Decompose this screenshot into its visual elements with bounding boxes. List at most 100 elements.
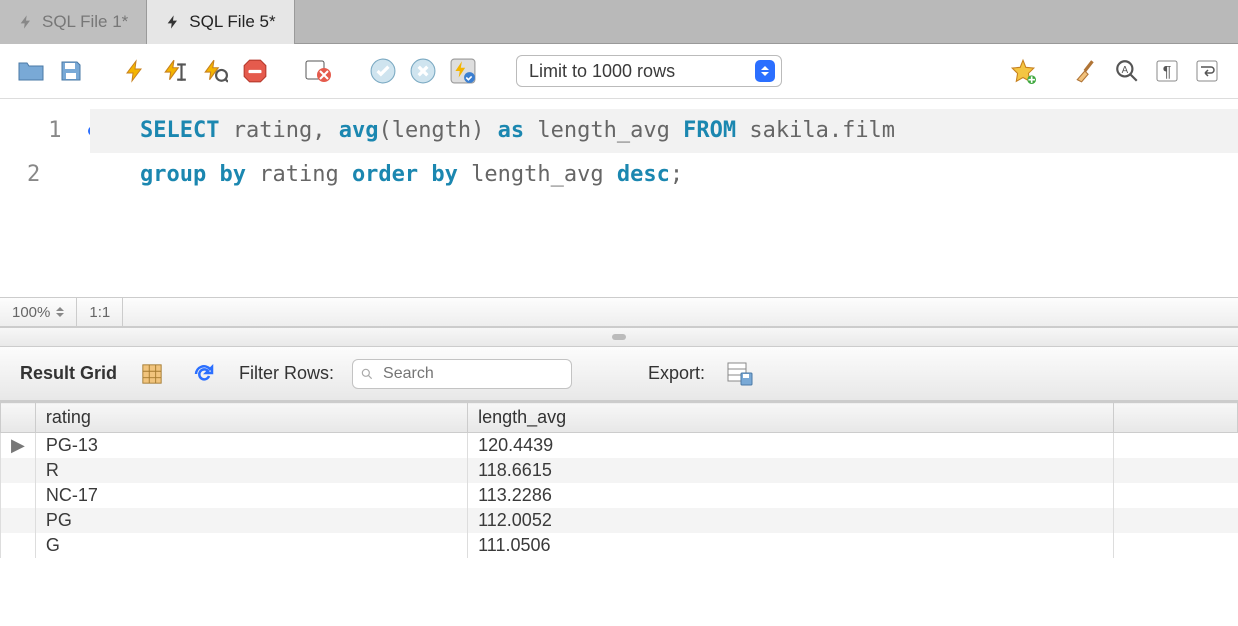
lightning-cursor-icon	[162, 58, 188, 84]
result-table[interactable]: rating length_avg ▶PG-13120.4439R118.661…	[0, 402, 1238, 558]
svg-text:A: A	[1122, 65, 1129, 76]
grid-view-button[interactable]	[135, 357, 169, 391]
toggle-invisible-button[interactable]: ¶	[1150, 54, 1184, 88]
svg-text:¶: ¶	[1163, 64, 1172, 81]
db-stop-icon	[305, 58, 333, 84]
txt: sakila.film	[736, 118, 895, 143]
broom-icon	[1074, 58, 1100, 84]
save-file-button[interactable]	[54, 54, 88, 88]
lightning-magnify-icon	[202, 58, 228, 84]
kw-group-by: group by	[140, 162, 246, 187]
row-pointer	[1, 483, 36, 508]
refresh-icon	[192, 362, 216, 386]
row-limit-label: Limit to 1000 rows	[529, 61, 675, 82]
table-row[interactable]: R118.6615	[1, 458, 1238, 483]
cell-rating[interactable]: R	[35, 458, 467, 483]
table-row[interactable]: PG112.0052	[1, 508, 1238, 533]
cell-length-avg[interactable]: 120.4439	[468, 433, 1114, 459]
row-limit-select[interactable]: Limit to 1000 rows	[516, 55, 782, 87]
find-button[interactable]: A	[1110, 54, 1144, 88]
rollback-button[interactable]	[406, 54, 440, 88]
txt: (length)	[378, 118, 497, 143]
refresh-result-button[interactable]	[187, 357, 221, 391]
export-icon	[727, 362, 753, 386]
sql-toolbar: Limit to 1000 rows A ¶	[0, 44, 1238, 99]
magnify-icon: A	[1114, 58, 1140, 84]
x-circle-icon	[410, 58, 436, 84]
zoom-label: 100%	[12, 304, 50, 321]
row-pointer: ▶	[1, 433, 36, 459]
commit-button[interactable]	[366, 54, 400, 88]
tab-sql-file-5[interactable]: SQL File 5*	[147, 0, 294, 44]
filter-input[interactable]	[352, 359, 572, 389]
export-button[interactable]	[723, 357, 757, 391]
execute-button[interactable]	[118, 54, 152, 88]
zoom-level[interactable]: 100%	[0, 298, 77, 326]
lightning-check-icon	[450, 58, 476, 84]
cell-rating[interactable]: G	[35, 533, 467, 558]
stop-button[interactable]	[238, 54, 272, 88]
sql-editor[interactable]: 1 2 SELECT rating, avg(length) as length…	[0, 99, 1238, 297]
grip-icon	[612, 334, 626, 340]
cell-rating[interactable]: PG	[35, 508, 467, 533]
pane-splitter[interactable]	[0, 327, 1238, 347]
kw-from: FROM	[683, 118, 736, 143]
check-circle-icon	[370, 58, 396, 84]
txt: rating	[246, 162, 352, 187]
cell-rating[interactable]: NC-17	[35, 483, 467, 508]
kw-as: as	[498, 118, 525, 143]
wrap-icon	[1195, 58, 1219, 84]
txt: length_avg	[524, 118, 683, 143]
search-icon	[360, 367, 374, 381]
cursor-pos: 1:1	[77, 298, 123, 326]
result-grid: rating length_avg ▶PG-13120.4439R118.661…	[0, 401, 1238, 558]
editor-status-bar: 100% 1:1	[0, 297, 1238, 327]
table-row[interactable]: NC-17113.2286	[1, 483, 1238, 508]
kw-desc: desc	[617, 162, 670, 187]
row-pointer	[1, 533, 36, 558]
export-label: Export:	[648, 363, 705, 384]
col-header-length-avg[interactable]: length_avg	[468, 403, 1114, 433]
refresh-button[interactable]	[446, 54, 480, 88]
stepper-icon	[56, 307, 64, 317]
row-pointer	[1, 508, 36, 533]
toggle-autocommit-button[interactable]	[302, 54, 336, 88]
wrap-button[interactable]	[1190, 54, 1224, 88]
tab-sql-file-1[interactable]: SQL File 1*	[0, 0, 147, 44]
row-pointer	[1, 458, 36, 483]
open-file-button[interactable]	[14, 54, 48, 88]
lightning-icon	[18, 14, 34, 30]
execute-current-button[interactable]	[158, 54, 192, 88]
filter-rows-label: Filter Rows:	[239, 363, 334, 384]
filter-input-wrap	[352, 359, 572, 389]
fn-avg: avg	[339, 118, 379, 143]
favorite-button[interactable]	[1006, 54, 1040, 88]
tab-label: SQL File 1*	[42, 12, 128, 32]
pilcrow-icon: ¶	[1155, 58, 1179, 84]
cell-length-avg[interactable]: 111.0506	[468, 533, 1114, 558]
cell-length-avg[interactable]: 112.0052	[468, 508, 1114, 533]
grid-icon	[141, 363, 163, 385]
txt: length_avg	[458, 162, 617, 187]
stepper-icon	[755, 60, 775, 82]
star-icon	[1010, 58, 1036, 84]
beautify-button[interactable]	[1070, 54, 1104, 88]
result-grid-label: Result Grid	[20, 363, 117, 384]
col-header-rating[interactable]: rating	[35, 403, 467, 433]
stop-icon	[242, 58, 268, 84]
lightning-icon	[123, 58, 147, 84]
editor-code[interactable]: SELECT rating, avg(length) as length_avg…	[90, 99, 1238, 297]
cell-rating[interactable]: PG-13	[35, 433, 467, 459]
kw-select: SELECT	[140, 118, 219, 143]
cell-length-avg[interactable]: 118.6615	[468, 458, 1114, 483]
lightning-icon	[165, 14, 181, 30]
folder-icon	[17, 59, 45, 83]
table-row[interactable]: ▶PG-13120.4439	[1, 433, 1238, 459]
explain-button[interactable]	[198, 54, 232, 88]
save-icon	[59, 59, 83, 83]
cursor-pos-label: 1:1	[89, 304, 110, 321]
tab-bar: SQL File 1* SQL File 5*	[0, 0, 1238, 44]
cell-length-avg[interactable]: 113.2286	[468, 483, 1114, 508]
txt: rating,	[219, 118, 338, 143]
table-row[interactable]: G111.0506	[1, 533, 1238, 558]
